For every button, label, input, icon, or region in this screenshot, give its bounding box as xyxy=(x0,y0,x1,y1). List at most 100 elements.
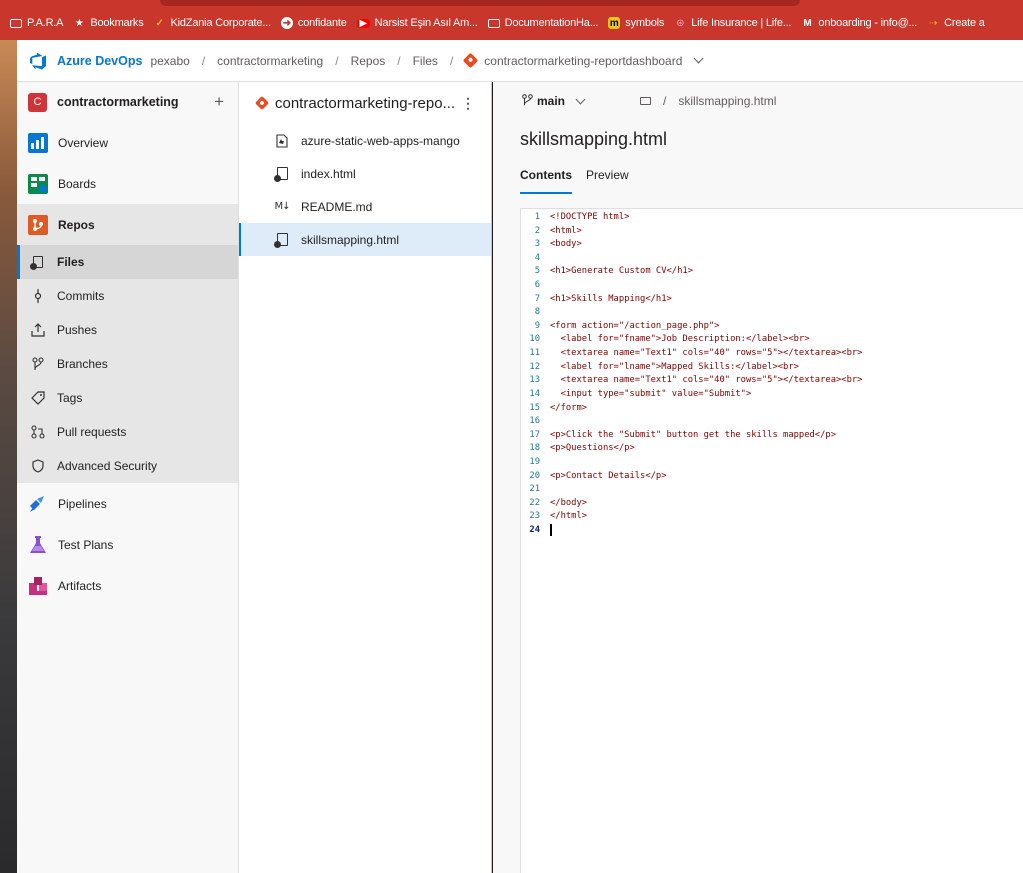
shield-icon xyxy=(31,459,45,473)
breadcrumb-repo-selector[interactable]: contractormarketing-reportdashboard xyxy=(463,52,704,69)
file-path: / skillsmapping.html xyxy=(640,94,776,108)
tree-item[interactable]: azure-static-web-apps-mango xyxy=(239,124,491,157)
html-file-icon xyxy=(273,233,289,248)
bookmark-item[interactable]: ⇢ Create a xyxy=(927,17,985,29)
project-header[interactable]: C contractormarketing + xyxy=(17,82,238,122)
code-line: 23 </html> xyxy=(521,510,862,524)
bookmark-item[interactable]: Monboarding - info@... xyxy=(801,17,917,29)
line-number: 3 xyxy=(534,239,540,250)
file-tree-panel: contractormarketing-repo... ⋮ azure-stat… xyxy=(238,82,492,873)
code-line: 16 xyxy=(521,415,862,429)
bookmark-item[interactable]: ▶ Narsist Eşin Asıl Am... xyxy=(356,17,478,29)
nav-boards[interactable]: Boards xyxy=(17,163,238,204)
repo-tree-header[interactable]: contractormarketing-repo... ⋮ xyxy=(239,82,491,124)
project-avatar: C xyxy=(28,92,47,112)
nav-advanced-security[interactable]: Advanced Security xyxy=(17,449,238,483)
code-line: 24 xyxy=(521,524,862,538)
nav-repos[interactable]: Repos xyxy=(17,204,238,245)
code-text: </body> xyxy=(550,497,588,508)
nav-pipelines[interactable]: Pipelines xyxy=(17,483,238,524)
confidante-icon: ➜ xyxy=(280,17,293,29)
code-text: <label for="lname">Mapped Skills:</label… xyxy=(550,361,799,372)
code-text: <html> xyxy=(550,225,582,236)
boards-icon xyxy=(28,173,48,194)
bookmark-item[interactable]: ★ Bookmarks xyxy=(73,17,144,29)
nav-files[interactable]: Files xyxy=(17,245,238,279)
nav-overview[interactable]: Overview xyxy=(17,122,238,163)
breadcrumb-project[interactable]: contractormarketing xyxy=(217,54,323,68)
code-line: 3 <body> xyxy=(521,238,862,252)
bookmark-label: Life Insurance | Life... xyxy=(691,17,792,29)
bookmark-item[interactable]: P.A.R.A xyxy=(10,17,64,29)
nav-artifacts[interactable]: Artifacts xyxy=(17,565,238,606)
path-file: skillsmapping.html xyxy=(678,94,777,108)
nav-test-plans[interactable]: Test Plans xyxy=(17,524,238,565)
line-number: 18 xyxy=(529,443,540,454)
nav-repos-label: Repos xyxy=(58,217,95,232)
bookmark-item[interactable]: DocumentationHa... xyxy=(487,17,599,29)
line-number: 2 xyxy=(534,225,540,236)
bookmark-item[interactable]: ✓ KidZania Corporate... xyxy=(154,17,271,29)
tree-item-selected[interactable]: skillsmapping.html xyxy=(239,223,491,256)
create-icon: ⇢ xyxy=(929,17,938,29)
nav-pipelines-label: Pipelines xyxy=(58,496,107,511)
branch-name: main xyxy=(537,94,566,108)
code-text: <p>Contact Details</p> xyxy=(550,470,667,481)
nav-pushes-label: Pushes xyxy=(57,323,98,337)
breadcrumb-repos[interactable]: Repos xyxy=(351,54,386,68)
line-number: 10 xyxy=(529,334,540,345)
tree-item[interactable]: index.html xyxy=(239,157,491,190)
bookmark-label: DocumentationHa... xyxy=(504,17,599,29)
bookmark-item[interactable]: m symbols xyxy=(608,17,664,29)
breadcrumb-files[interactable]: Files xyxy=(413,54,438,68)
desktop-background xyxy=(0,40,17,873)
git-repo-icon xyxy=(254,95,270,111)
tab-preview[interactable]: Preview xyxy=(586,168,629,194)
line-number: 4 xyxy=(534,252,540,263)
nav-tags[interactable]: Tags xyxy=(17,381,238,415)
add-icon[interactable]: + xyxy=(214,92,224,112)
folder-icon xyxy=(487,18,500,28)
text-cursor xyxy=(550,524,552,537)
tree-item[interactable]: M↓ README.md xyxy=(239,190,491,223)
bookmark-label: onboarding - info@... xyxy=(818,17,918,29)
tab-contents[interactable]: Contents xyxy=(520,168,572,194)
azure-devops-logo-icon[interactable] xyxy=(29,52,47,70)
nav-advanced-security-label: Advanced Security xyxy=(57,459,158,473)
code-line: 22 </body> xyxy=(521,497,862,511)
code-editor[interactable]: 1 <!DOCTYPE html> 2 <html> 3 <body> 4 5 <h1>Gene… xyxy=(520,208,1023,873)
code-text: </form> xyxy=(550,402,588,413)
breadcrumb-org[interactable]: pexabo xyxy=(150,54,189,68)
content-tabs: Contents Preview xyxy=(520,168,629,194)
breadcrumb-repo-name: contractormarketing-reportdashboard xyxy=(484,53,683,68)
youtube-icon: ▶ xyxy=(356,18,370,29)
nav-branches[interactable]: Branches xyxy=(17,347,238,381)
nav-pull-requests[interactable]: Pull requests xyxy=(17,415,238,449)
branch-path-bar: main / skillsmapping.html xyxy=(493,82,1023,120)
path-separator: / xyxy=(663,94,667,108)
nav-tags-label: Tags xyxy=(57,391,83,405)
code-text: <!DOCTYPE html> xyxy=(550,212,630,222)
branch-selector[interactable]: main xyxy=(522,93,586,109)
top-header: Azure DevOps pexabo / contractormarketin… xyxy=(17,40,1023,82)
bookmark-item[interactable]: ➜ confidante xyxy=(280,17,347,29)
brand-link[interactable]: Azure DevOps xyxy=(57,54,142,68)
nav-test-plans-label: Test Plans xyxy=(58,537,114,552)
bookmark-label: confidante xyxy=(297,17,347,29)
bookmark-item[interactable]: ⊛ Life Insurance | Life... xyxy=(674,17,791,29)
gmail-icon: M xyxy=(803,17,812,29)
code-text: <form action="/action_page.php"> xyxy=(550,320,720,331)
pipelines-icon xyxy=(28,494,48,514)
folder-icon[interactable] xyxy=(640,97,652,105)
code-text: <textarea name="Text1" cols="40" rows="5… xyxy=(550,375,863,386)
more-options-icon[interactable]: ⋮ xyxy=(461,95,475,112)
tree-item-label: README.md xyxy=(301,199,373,214)
pull-request-icon xyxy=(31,425,45,439)
nav-commits[interactable]: Commits xyxy=(17,279,238,313)
nav-commits-label: Commits xyxy=(57,289,105,303)
nav-pushes[interactable]: Pushes xyxy=(17,313,238,347)
code-line: 20 <p>Contact Details</p> xyxy=(521,470,862,484)
code-text: <h1>Generate Custom CV</h1> xyxy=(550,266,693,277)
code-text: <input type="submit" value="Submit"> xyxy=(550,388,752,399)
kidzania-icon: ✓ xyxy=(155,17,164,29)
